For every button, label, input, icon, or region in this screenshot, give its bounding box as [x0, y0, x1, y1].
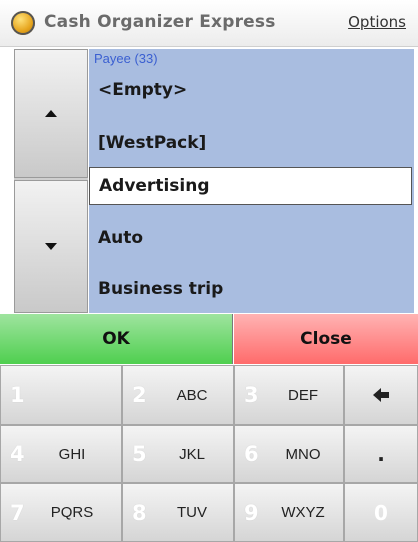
arrow-up-icon — [45, 110, 57, 117]
list-item[interactable]: <Empty> — [89, 71, 414, 109]
key-1[interactable]: 1 — [0, 365, 122, 425]
numeric-keypad: 1 2 ABC 3 DEF 4 GHI 5 JKL 6 MNO . 7 PQRS… — [0, 365, 418, 542]
key-digit: 3 — [244, 383, 259, 407]
key-9[interactable]: 9 WXYZ — [234, 483, 344, 542]
key-5[interactable]: 5 JKL — [122, 425, 234, 483]
arrow-down-icon — [45, 243, 57, 250]
key-7[interactable]: 7 PQRS — [0, 483, 122, 542]
app-title: Cash Organizer Express — [44, 12, 276, 32]
key-letters: PQRS — [50, 504, 94, 521]
list-item[interactable]: Business trip — [89, 270, 414, 308]
key-digit: 4 — [10, 442, 25, 466]
key-digit: 7 — [10, 500, 25, 525]
key-digit: 2 — [132, 383, 147, 407]
backspace-icon — [373, 388, 389, 402]
key-digit: 5 — [132, 442, 147, 466]
list-item[interactable]: [WestPack] — [89, 124, 414, 162]
decimal-key[interactable]: . — [344, 425, 418, 483]
key-letters: DEF — [288, 386, 318, 404]
close-button[interactable]: Close — [234, 314, 418, 364]
list-item-selected[interactable]: Advertising — [89, 167, 412, 205]
backspace-key[interactable] — [344, 365, 418, 425]
list-item[interactable]: Auto — [89, 219, 414, 257]
key-letters: JKL — [179, 445, 205, 463]
decimal-symbol: . — [377, 442, 385, 466]
key-digit: 6 — [244, 442, 259, 466]
key-letters: GHI — [58, 445, 86, 463]
key-6[interactable]: 6 MNO — [234, 425, 344, 483]
list-header: Payee (33) — [94, 51, 158, 66]
options-menu-link[interactable]: Options — [348, 13, 406, 31]
key-2[interactable]: 2 ABC — [122, 365, 234, 425]
title-bar: Cash Organizer Express Options — [0, 0, 418, 47]
payee-list: Payee (33) <Empty> [WestPack] Advertisin… — [89, 49, 414, 313]
coin-icon — [11, 11, 35, 35]
key-letters: WXYZ — [281, 504, 325, 521]
key-0[interactable]: 0 — [344, 483, 418, 542]
key-8[interactable]: 8 TUV — [122, 483, 234, 542]
key-letters: MNO — [285, 445, 321, 463]
scroll-controls — [14, 49, 88, 313]
ok-button[interactable]: OK — [0, 314, 233, 364]
scroll-down-button[interactable] — [14, 180, 88, 313]
key-4[interactable]: 4 GHI — [0, 425, 122, 483]
key-letters: ABC — [176, 386, 208, 404]
key-digit: 0 — [374, 500, 388, 525]
key-digit: 9 — [244, 500, 259, 525]
key-letters: TUV — [177, 504, 207, 521]
key-3[interactable]: 3 DEF — [234, 365, 344, 425]
scroll-up-button[interactable] — [14, 49, 88, 178]
key-digit: 8 — [132, 500, 147, 525]
key-digit: 1 — [10, 383, 25, 407]
